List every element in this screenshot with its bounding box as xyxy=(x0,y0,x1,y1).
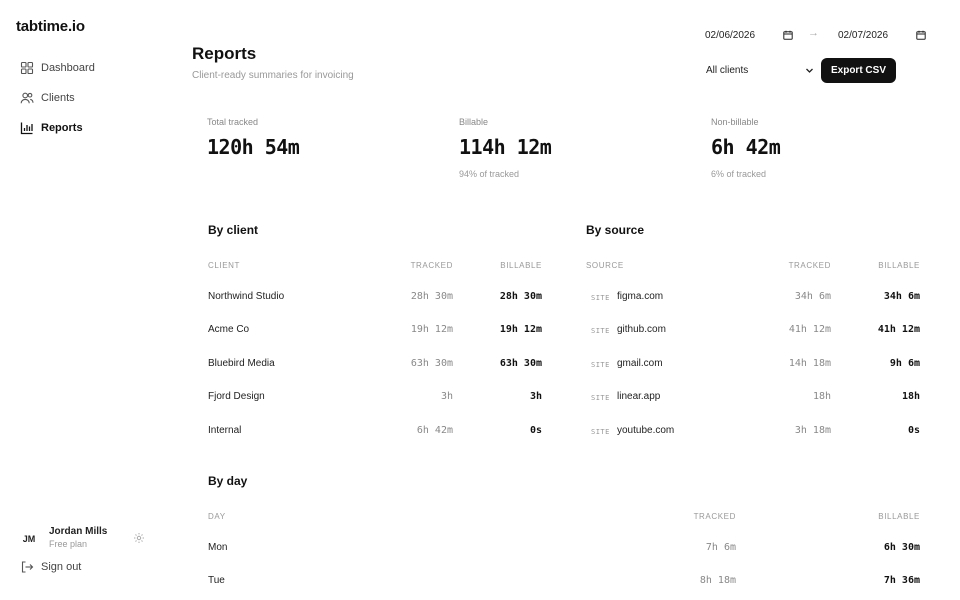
sidebar-item-reports[interactable]: Reports xyxy=(20,118,83,138)
date-to-value: 02/07/2026 xyxy=(838,29,889,41)
source-name: youtube.com xyxy=(617,425,675,436)
tracked-value: 3h 18m xyxy=(794,425,831,436)
source-type-tag: SITE xyxy=(591,294,610,302)
client-name: Internal xyxy=(208,425,242,436)
tracked-value: 6h 42m xyxy=(416,425,453,436)
sidebar-item-label: Dashboard xyxy=(41,62,95,74)
date-from-input[interactable]: 02/06/2026 xyxy=(705,26,793,44)
billable-value: 0s xyxy=(907,425,920,436)
user-name: Jordan Mills xyxy=(49,526,108,537)
sidebar-item-label: Reports xyxy=(41,122,83,134)
bar-chart-icon xyxy=(20,121,34,135)
tracked-value: 14h 18m xyxy=(788,358,831,369)
billable-value: 6h 30m xyxy=(883,542,920,553)
calendar-icon[interactable] xyxy=(783,30,793,40)
by-source-title: By source xyxy=(586,223,645,237)
sidebar-item-dashboard[interactable]: Dashboard xyxy=(20,58,95,78)
billable-value: 0s xyxy=(529,425,542,436)
source-type-tag: SITE xyxy=(591,327,610,335)
stat-non-billable: Non-billable 6h 42m 6% of tracked xyxy=(711,117,781,179)
chevron-down-icon xyxy=(805,66,814,75)
client-filter-select[interactable]: All clients xyxy=(706,61,814,79)
col-head-billable: BILLABLE xyxy=(878,512,920,521)
source-name: figma.com xyxy=(617,291,664,302)
col-head-billable: BILLABLE xyxy=(500,261,542,270)
user-plan: Free plan xyxy=(49,539,88,549)
client-filter-value: All clients xyxy=(706,64,749,76)
user-profile[interactable]: JM Jordan Mills Free plan xyxy=(16,522,156,552)
col-head-tracked: TRACKED xyxy=(410,261,453,270)
tracked-value: 63h 30m xyxy=(410,358,453,369)
billable-value: 3h xyxy=(529,391,542,402)
billable-value: 63h 30m xyxy=(499,358,542,369)
sidebar-item-clients[interactable]: Clients xyxy=(20,88,75,108)
avatar: JM xyxy=(22,534,36,544)
export-csv-button[interactable]: Export CSV xyxy=(821,58,896,83)
date-from-value: 02/06/2026 xyxy=(705,29,756,41)
source-type-tag: SITE xyxy=(591,394,610,402)
col-head-source: SOURCE xyxy=(586,261,624,270)
stat-label: Billable xyxy=(459,117,489,127)
date-range-arrow: → xyxy=(808,27,819,39)
tracked-value: 8h 18m xyxy=(699,575,736,586)
source-type-tag: SITE xyxy=(591,361,610,369)
grid-icon xyxy=(20,61,34,75)
stat-label: Non-billable xyxy=(711,117,759,127)
stat-value: 120h 54m xyxy=(207,135,300,159)
tracked-value: 41h 12m xyxy=(788,324,831,335)
client-name: Acme Co xyxy=(208,324,250,335)
col-head-tracked: TRACKED xyxy=(693,512,736,521)
tracked-value: 18h xyxy=(812,391,831,402)
page-subtitle: Client-ready summaries for invoicing xyxy=(192,70,354,81)
col-head-client: CLIENT xyxy=(208,261,241,270)
day-name: Mon xyxy=(208,542,228,553)
source-name: github.com xyxy=(617,324,666,335)
tracked-value: 7h 6m xyxy=(705,542,736,553)
stat-total-tracked: Total tracked 120h 54m xyxy=(207,117,300,159)
billable-value: 18h xyxy=(901,391,920,402)
day-name: Tue xyxy=(208,575,225,586)
billable-value: 19h 12m xyxy=(499,324,542,335)
col-head-billable: BILLABLE xyxy=(878,261,920,270)
tracked-value: 34h 6m xyxy=(794,291,831,302)
sidebar: tabtime.io Dashboard Clients Reports JM xyxy=(0,0,170,600)
stat-billable: Billable 114h 12m 94% of tracked xyxy=(459,117,552,179)
tracked-value: 3h xyxy=(440,391,453,402)
billable-value: 34h 6m xyxy=(883,291,920,302)
col-head-tracked: TRACKED xyxy=(788,261,831,270)
calendar-icon[interactable] xyxy=(916,30,926,40)
sidebar-item-label: Clients xyxy=(41,92,75,104)
app-logo[interactable]: tabtime.io xyxy=(16,18,85,35)
client-name: Northwind Studio xyxy=(208,291,285,302)
stat-value: 6h 42m xyxy=(711,135,781,159)
stat-note: 94% of tracked xyxy=(459,169,520,179)
source-name: gmail.com xyxy=(617,358,663,369)
gear-icon[interactable] xyxy=(133,531,145,543)
source-type-tag: SITE xyxy=(591,428,610,436)
billable-value: 41h 12m xyxy=(877,324,920,335)
source-name: linear.app xyxy=(617,391,661,402)
sign-out-label: Sign out xyxy=(41,561,82,573)
col-head-day: DAY xyxy=(208,512,226,521)
tracked-value: 19h 12m xyxy=(410,324,453,335)
sign-out-icon xyxy=(20,560,34,574)
by-day-title: By day xyxy=(208,474,248,488)
client-name: Bluebird Media xyxy=(208,358,275,369)
client-name: Fjord Design xyxy=(208,391,265,402)
date-to-input[interactable]: 02/07/2026 xyxy=(838,26,926,44)
page-title: Reports xyxy=(192,44,257,63)
billable-value: 9h 6m xyxy=(889,358,920,369)
billable-value: 7h 36m xyxy=(883,575,920,586)
stat-note: 6% of tracked xyxy=(711,169,767,179)
by-client-title: By client xyxy=(208,223,259,237)
tracked-value: 28h 30m xyxy=(410,291,453,302)
stat-label: Total tracked xyxy=(207,117,259,127)
sign-out-button[interactable]: Sign out xyxy=(20,560,81,574)
billable-value: 28h 30m xyxy=(499,291,542,302)
users-icon xyxy=(20,91,34,105)
stat-value: 114h 12m xyxy=(459,135,552,159)
